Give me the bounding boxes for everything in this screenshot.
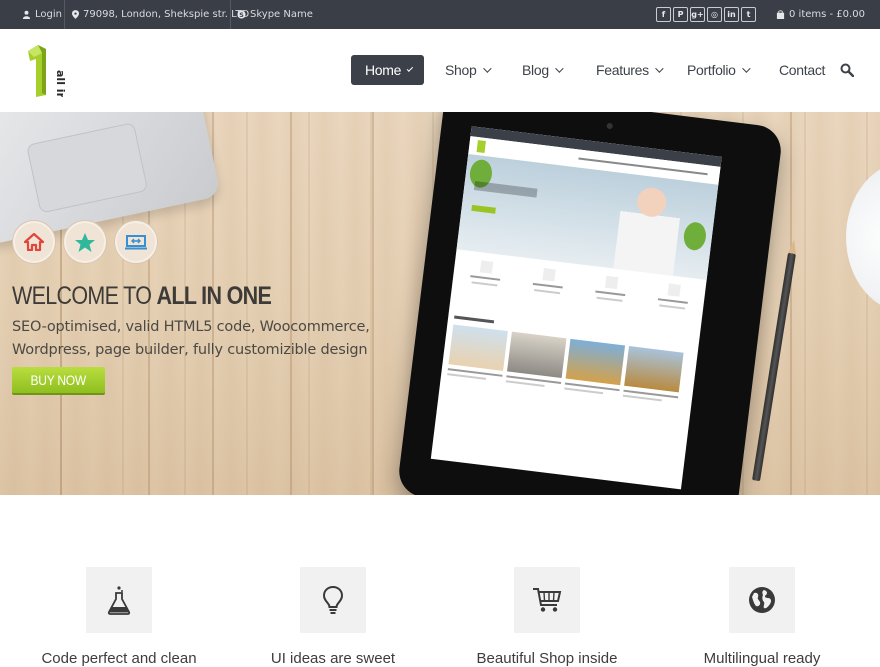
preview-posts-title	[454, 315, 495, 324]
pinterest-icon[interactable]: P	[673, 7, 688, 22]
cart-bag-icon	[776, 10, 785, 19]
wood-plank-seam	[372, 112, 374, 495]
nav-features-label: Features	[596, 62, 649, 78]
linkedin-icon[interactable]: in	[724, 7, 739, 22]
dribbble-icon[interactable]: ◎	[707, 7, 722, 22]
monitor-icon[interactable]	[115, 221, 157, 263]
preview-post-card	[505, 331, 567, 389]
skype-link[interactable]: S Skype Name	[237, 0, 313, 29]
skype-icon: S	[237, 10, 246, 19]
svg-text:S: S	[239, 12, 244, 19]
twitter-icon[interactable]: t	[741, 7, 756, 22]
hero-tagline: SEO-optimised, valid HTML5 code, Woocomm…	[12, 319, 370, 358]
cart-text: 0 items - £0.00	[789, 9, 865, 20]
chevron-down-icon	[554, 64, 564, 73]
nav-contact[interactable]: Contact	[779, 55, 825, 85]
laptop-trackpad	[26, 122, 149, 214]
preview-feature	[525, 267, 567, 321]
buy-now-label: BUY NOW	[30, 372, 87, 388]
chevron-down-icon	[655, 64, 664, 73]
top-bar: Login 79098, London, Shekspie str. LTD S…	[0, 0, 880, 29]
map-pin-icon	[72, 10, 79, 19]
preview-person	[613, 181, 684, 276]
features-section: Code perfect and clean UI ideas are swee…	[0, 495, 880, 667]
preview-post-grid	[447, 324, 691, 404]
preview-button	[471, 204, 496, 214]
feature-title: UI ideas are sweet	[270, 650, 396, 667]
site-header: all in Home Shop Blog Features Portfolio…	[0, 29, 880, 112]
lightbulb-icon	[322, 585, 344, 614]
login-label: Login	[35, 9, 62, 20]
hero-title: WELCOME TO ALL IN ONE	[12, 282, 272, 311]
user-icon	[22, 10, 31, 19]
cup-decoration	[846, 162, 880, 312]
preview-logo	[476, 140, 486, 153]
preview-post-card	[622, 346, 684, 403]
nav-shop[interactable]: Shop	[445, 55, 492, 85]
feature-icon-box	[86, 567, 152, 633]
preview-headline-bar	[473, 181, 538, 198]
wood-plank-seam	[790, 112, 792, 495]
wood-plank-seam	[290, 112, 292, 495]
feature-title: Beautiful Shop inside	[476, 650, 618, 667]
preview-feature	[588, 274, 630, 328]
feature-icon-box	[729, 567, 795, 633]
search-button[interactable]	[840, 62, 856, 78]
preview-tree	[682, 220, 708, 252]
facebook-icon[interactable]: f	[656, 7, 671, 22]
feature-title: Multilingual ready	[703, 650, 821, 667]
search-icon	[840, 63, 855, 78]
hero-icon-row	[13, 221, 157, 263]
nav-portfolio[interactable]: Portfolio	[687, 55, 751, 85]
divider	[230, 0, 231, 29]
google-plus-icon[interactable]: g+	[690, 7, 705, 22]
feature-icon-box	[514, 567, 580, 633]
address-info: 79098, London, Shekspie str. LTD	[72, 0, 249, 29]
feature-title: Code perfect and clean	[41, 650, 197, 667]
preview-feature	[650, 282, 692, 336]
nav-shop-label: Shop	[445, 62, 477, 78]
flask-icon	[107, 586, 131, 615]
nav-home-label: Home	[365, 62, 402, 78]
home-icon[interactable]	[13, 221, 55, 263]
cart-icon	[533, 588, 562, 612]
nav-contact-label: Contact	[779, 62, 826, 78]
divider	[64, 0, 65, 29]
tablet-image	[396, 112, 784, 495]
feature-icon-box	[300, 567, 366, 633]
address-text: 79098, London, Shekspie str. LTD	[83, 9, 250, 20]
cart-summary[interactable]: 0 items - £0.00	[776, 0, 865, 29]
chevron-down-icon	[482, 64, 492, 73]
preview-post-card	[564, 338, 626, 396]
chevron-down-icon	[741, 64, 751, 73]
nav-features[interactable]: Features	[596, 55, 664, 85]
tablet-screen-preview	[430, 126, 722, 490]
hero-title-strong: ALL IN ONE	[156, 282, 272, 310]
main-nav: Home Shop Blog Features Portfolio Contac…	[0, 55, 880, 85]
chevron-down-icon	[406, 65, 414, 72]
hero-slider: WELCOME TO ALL IN ONE SEO-optimised, val…	[0, 112, 880, 495]
nav-home[interactable]: Home	[351, 55, 424, 85]
nav-blog[interactable]: Blog	[522, 55, 564, 85]
nav-portfolio-label: Portfolio	[687, 62, 736, 78]
globe-icon	[749, 587, 775, 613]
star-icon[interactable]	[64, 221, 106, 263]
tablet-camera	[606, 122, 614, 130]
nav-blog-label: Blog	[522, 62, 549, 78]
login-link[interactable]: Login	[22, 0, 62, 29]
preview-post-card	[447, 324, 508, 381]
buy-now-button[interactable]: BUY NOW	[12, 367, 105, 393]
preview-feature	[463, 259, 505, 313]
hero-title-prefix: WELCOME TO	[12, 282, 157, 310]
skype-text: Skype Name	[250, 9, 313, 20]
social-links: f P g+ ◎ in t	[656, 7, 756, 22]
